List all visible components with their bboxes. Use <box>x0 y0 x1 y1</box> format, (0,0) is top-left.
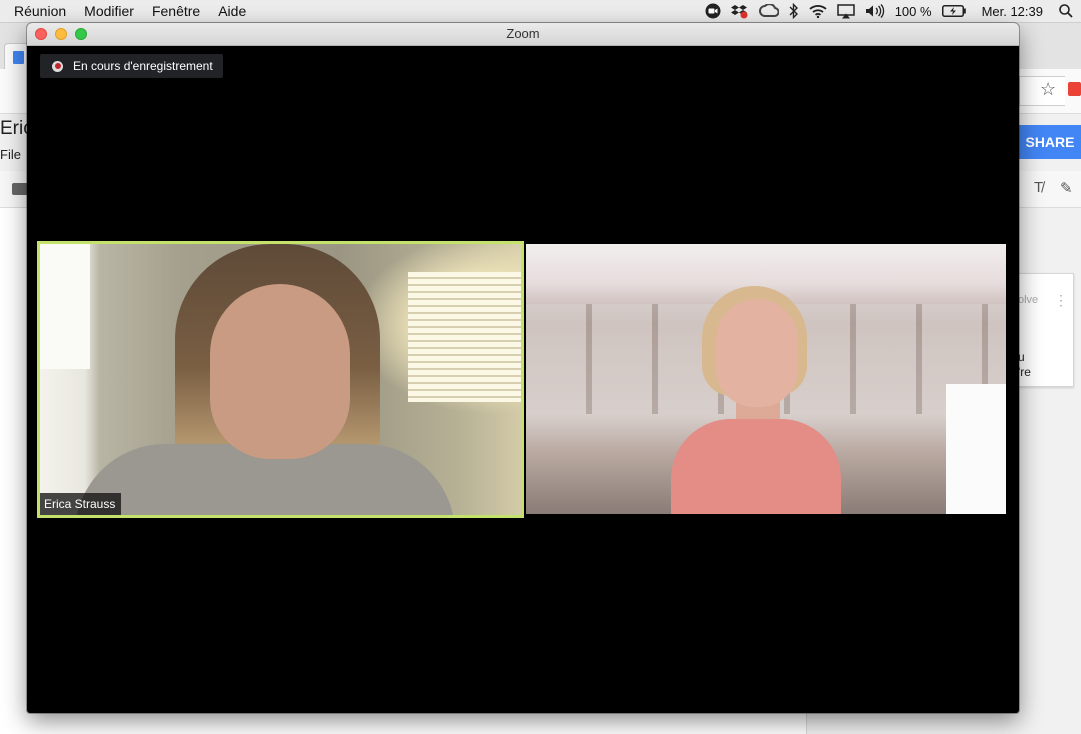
participant-name-tag: Erica Strauss <box>40 493 122 515</box>
record-icon <box>52 60 63 72</box>
more-options-icon[interactable]: ⋮ <box>1054 292 1068 309</box>
battery-icon[interactable] <box>941 5 966 17</box>
bluetooth-icon[interactable] <box>789 3 799 19</box>
resolve-button[interactable]: olve <box>1018 294 1038 306</box>
menu-bar: Réunion Modifier Fenêtre Aide 100 % Mer.… <box>0 0 1081 23</box>
video-participant-top <box>671 419 841 514</box>
zoom-meeting-window: Zoom En cours d'enregistrement Erica Str… <box>27 23 1019 713</box>
participant-video[interactable] <box>526 244 1006 514</box>
creative-cloud-icon[interactable] <box>758 4 779 18</box>
spotlight-search-icon[interactable] <box>1059 4 1073 18</box>
doc-file-menu[interactable]: File <box>0 147 21 162</box>
comment-text-line: 're <box>1018 365 1031 379</box>
menu-fenetre[interactable]: Fenêtre <box>143 3 209 19</box>
recording-indicator[interactable]: En cours d'enregistrement <box>40 54 223 78</box>
comment-text-line: u <box>1018 350 1025 364</box>
google-docs-icon <box>13 51 24 64</box>
extension-icon[interactable] <box>1068 82 1081 96</box>
recording-label: En cours d'enregistrement <box>73 59 213 73</box>
video-feed <box>40 244 521 515</box>
airplay-icon[interactable] <box>836 3 855 19</box>
video-window-blind <box>408 272 521 402</box>
menu-modifier[interactable]: Modifier <box>75 3 143 19</box>
maximize-window-button[interactable] <box>75 28 87 40</box>
video-feed <box>526 244 1006 514</box>
volume-icon[interactable] <box>865 4 885 18</box>
menu-aide[interactable]: Aide <box>209 3 255 19</box>
video-window-light <box>40 244 90 369</box>
participant-video-active-speaker[interactable]: Erica Strauss <box>37 241 524 518</box>
share-button[interactable]: SHARE <box>1019 125 1081 159</box>
menu-clock[interactable]: Mer. 12:39 <box>976 4 1049 19</box>
menu-reunion[interactable]: Réunion <box>0 3 75 19</box>
video-window-light <box>946 384 1006 514</box>
video-participant-face <box>716 299 798 407</box>
wifi-icon[interactable] <box>809 4 827 18</box>
video-participant-face <box>210 284 350 459</box>
comment-card[interactable]: olve ⋮ u 're <box>1017 273 1074 387</box>
window-title-bar[interactable]: Zoom <box>27 23 1019 46</box>
battery-percent: 100 % <box>894 3 932 19</box>
minimize-window-button[interactable] <box>55 28 67 40</box>
edit-pencil-icon[interactable]: ✎ <box>1060 179 1073 197</box>
print-icon[interactable] <box>12 183 28 195</box>
close-window-button[interactable] <box>35 28 47 40</box>
zoom-video-icon[interactable] <box>705 3 721 19</box>
bookmark-star-icon[interactable]: ☆ <box>1040 79 1056 100</box>
window-title: Zoom <box>506 26 540 41</box>
status-tray: 100 % Mer. 12:39 <box>705 3 1081 19</box>
clear-formatting-icon[interactable]: T̸ <box>1034 179 1043 196</box>
dropbox-icon[interactable] <box>730 3 749 19</box>
